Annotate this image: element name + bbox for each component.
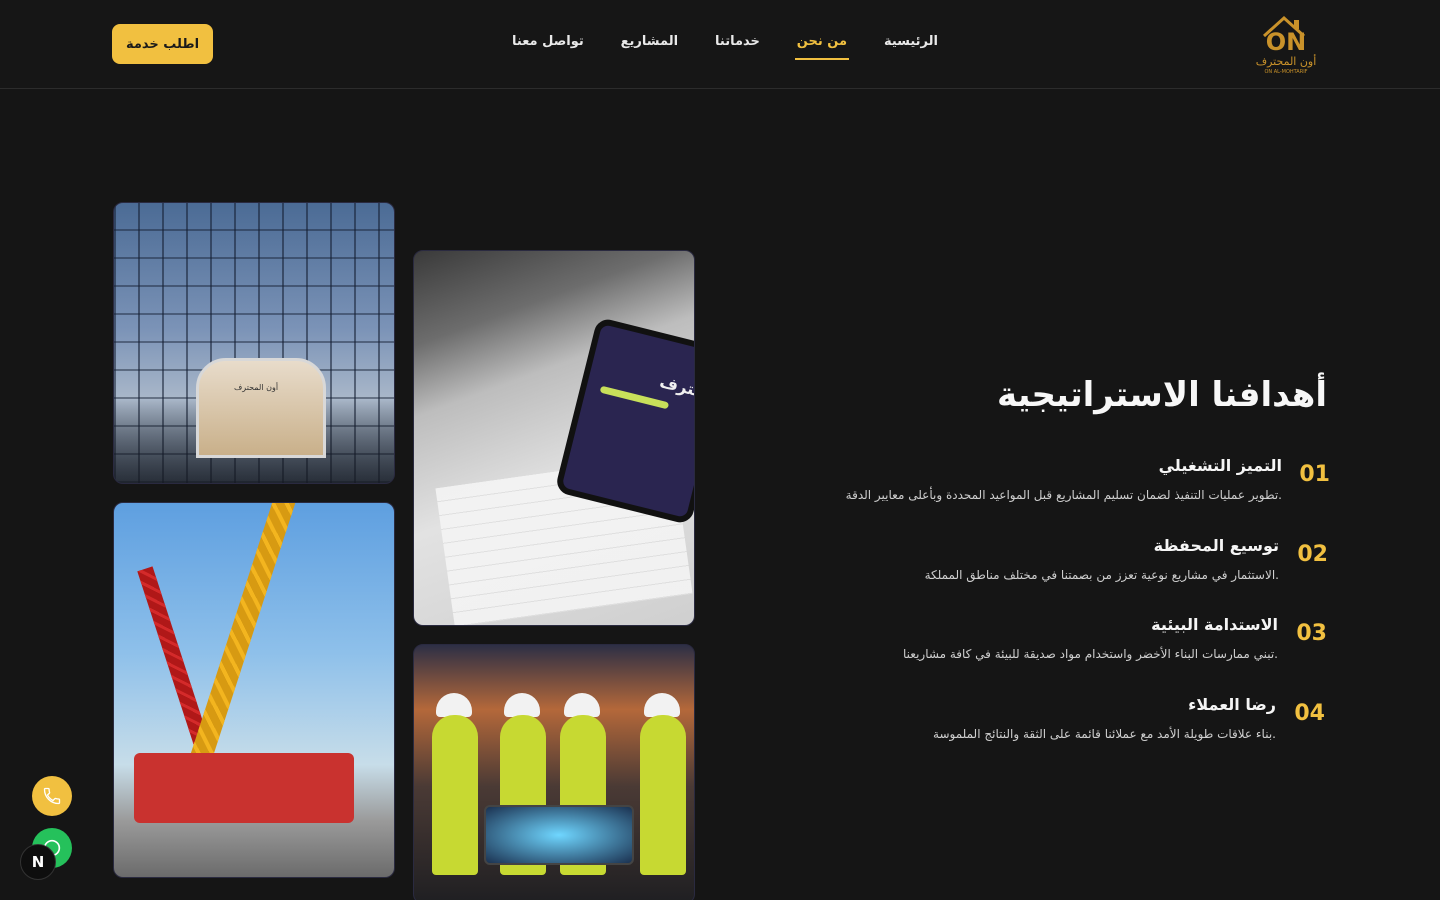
goal-title: توسيع المحفظة — [1153, 536, 1279, 555]
crane-photo — [113, 502, 395, 878]
goal-description: تطوير عمليات التنفيذ لضمان تسليم المشاري… — [845, 488, 1282, 502]
building-sign: أون المحترف — [234, 383, 279, 392]
n-badge[interactable]: N — [20, 844, 56, 880]
logo-mark: ON — [1266, 28, 1307, 56]
crane-base — [134, 753, 354, 823]
logo-subtitle: ON AL-MOHTARIF — [1264, 69, 1307, 75]
site-header: اطلب خدمة الرئيسية من نحن خدماتنا المشار… — [0, 0, 1440, 89]
tablet: حترف — [554, 316, 695, 526]
logo-name: أون المحترف — [1256, 54, 1317, 68]
nav-about[interactable]: من نحن — [794, 28, 850, 64]
section-title: أهدافنا الاستراتيجية — [996, 375, 1327, 415]
phone-icon — [43, 787, 61, 805]
nav-projects[interactable]: المشاريع — [619, 28, 680, 64]
tablet-blueprint-photo: حترف — [413, 250, 695, 626]
goal-number: 01 — [1299, 462, 1330, 487]
worker — [640, 715, 686, 875]
tablet-text: حترف — [657, 371, 695, 402]
helmet — [644, 693, 680, 717]
engineers-photo — [413, 644, 695, 900]
worker — [432, 715, 478, 875]
goal-number: 02 — [1297, 542, 1328, 567]
goal-title: الاستدامة البيئية — [1151, 615, 1278, 634]
goal-description: الاستثمار في مشاريع نوعية تعزز من بصمتنا… — [924, 568, 1279, 582]
goal-title: رضا العملاء — [1188, 695, 1276, 714]
request-service-button[interactable]: اطلب خدمة — [112, 24, 213, 64]
goal-description: بناء علاقات طويلة الأمد مع عملائنا قائمة… — [933, 727, 1276, 741]
nav-contact[interactable]: تواصل معنا — [510, 28, 586, 64]
goal-item: 03 الاستدامة البيئية تبني ممارسات البناء… — [770, 615, 1330, 681]
logo-icon: ON أون المحترف ON AL-MOHTARIF — [1256, 15, 1317, 75]
building-entrance — [196, 358, 326, 458]
nav-services[interactable]: خدماتنا — [713, 28, 762, 64]
goal-number: 03 — [1296, 621, 1327, 646]
call-button[interactable] — [32, 776, 72, 816]
helmet — [504, 693, 540, 717]
goal-item: 01 التميز التشغيلي تطوير عمليات التنفيذ … — [770, 456, 1330, 522]
goal-item: 04 رضا العملاء بناء علاقات طويلة الأمد م… — [770, 695, 1330, 761]
main-nav: الرئيسية من نحن خدماتنا المشاريع تواصل م… — [510, 28, 940, 68]
goal-item: 02 توسيع المحفظة الاستثمار في مشاريع نوع… — [770, 536, 1330, 602]
building-photo: أون المحترف — [113, 202, 395, 484]
helmet — [436, 693, 472, 717]
goal-description: تبني ممارسات البناء الأخضر واستخدام مواد… — [903, 647, 1278, 661]
hologram-table — [484, 805, 634, 865]
goal-title: التميز التشغيلي — [1158, 456, 1282, 475]
site-logo[interactable]: ON أون المحترف ON AL-MOHTARIF — [1250, 10, 1322, 76]
goal-number: 04 — [1294, 701, 1325, 726]
nav-home[interactable]: الرئيسية — [882, 28, 940, 64]
helmet — [564, 693, 600, 717]
